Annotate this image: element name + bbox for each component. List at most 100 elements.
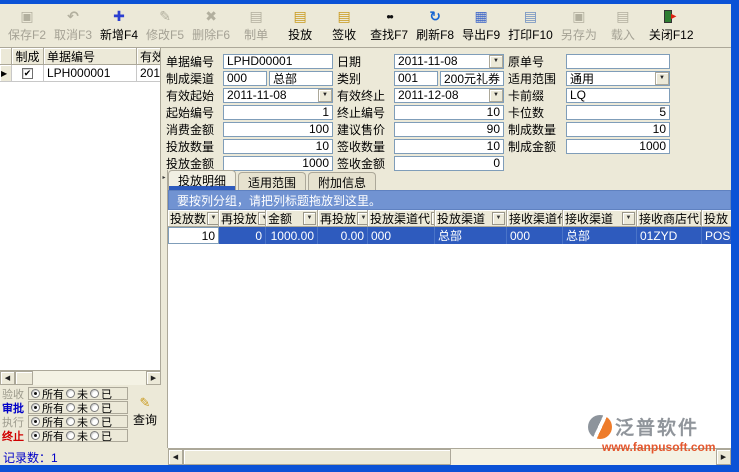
scroll-left-icon[interactable]: ◀ xyxy=(0,371,15,385)
col-putout-channel-code[interactable]: 投放渠道代▼ xyxy=(368,210,435,227)
putout-qty-field[interactable]: 10 xyxy=(223,139,333,154)
cell-receive-store-code[interactable]: 01ZYD xyxy=(637,227,702,244)
filter-dropdown-icon[interactable]: ▼ xyxy=(258,212,266,225)
tab-scope[interactable]: 适用范围 xyxy=(238,172,306,190)
add-button[interactable]: 新增F4 xyxy=(96,6,142,46)
query-button[interactable]: ✎ 查询 xyxy=(130,392,160,430)
accept-done-radio[interactable] xyxy=(90,389,99,398)
valid-from-field[interactable]: 2011-11-08▼ xyxy=(223,88,333,103)
cell-putout-channel[interactable]: 总部 xyxy=(435,227,507,244)
col-receive-store-code[interactable]: 接收商店代▼ xyxy=(637,210,702,227)
column-header-doc-no[interactable]: 单据编号 xyxy=(44,48,137,65)
sign-receive-button[interactable]: 签收 xyxy=(322,6,366,46)
tab-putout-detail[interactable]: 投放明细 xyxy=(168,170,236,190)
col-re-putout[interactable]: 再投放▼ xyxy=(219,210,266,227)
scope-field[interactable]: 通用▼ xyxy=(566,71,670,86)
print-button[interactable]: 打印F10 xyxy=(504,6,557,46)
filter-dropdown-icon[interactable]: ▼ xyxy=(492,212,505,225)
orig-no-field[interactable] xyxy=(566,54,670,69)
valid-to-cell[interactable]: 2011-12 xyxy=(137,65,160,82)
cancel-button[interactable]: 取消F3 xyxy=(50,6,96,46)
valid-to-field[interactable]: 2011-12-08▼ xyxy=(394,88,504,103)
col-putout-channel[interactable]: 投放渠道▼ xyxy=(435,210,507,227)
sign-qty-field[interactable]: 10 xyxy=(394,139,504,154)
scroll-right-icon[interactable]: ▶ xyxy=(146,371,161,385)
cell-putout-qty[interactable]: 10 xyxy=(168,227,219,244)
filter-dropdown-icon[interactable]: ▼ xyxy=(622,212,635,225)
doc-no-cell[interactable]: LPH000001 xyxy=(44,65,137,82)
made-amount-field[interactable]: 1000 xyxy=(566,139,670,154)
column-header-made[interactable]: 制成 xyxy=(12,48,44,65)
cell-putout-channel-code[interactable]: 000 xyxy=(368,227,435,244)
putout-amount-field[interactable]: 1000 xyxy=(223,156,333,171)
approve-done-radio[interactable] xyxy=(90,403,99,412)
terminate-done-radio[interactable] xyxy=(90,431,99,440)
refresh-button[interactable]: 刷新F8 xyxy=(412,6,458,46)
start-no-field[interactable]: 1 xyxy=(223,105,333,120)
column-header-valid-to[interactable]: 有效终 xyxy=(137,48,160,65)
accept-not-radio[interactable] xyxy=(66,389,75,398)
execute-done-radio[interactable] xyxy=(90,417,99,426)
cell-receive-channel-code[interactable]: 000 xyxy=(507,227,563,244)
terminate-not-radio[interactable] xyxy=(66,431,75,440)
cell-amount[interactable]: 1000.00 xyxy=(266,227,318,244)
made-channel-code-field[interactable]: 000 xyxy=(223,71,267,86)
accept-all-radio[interactable] xyxy=(31,389,40,398)
card-prefix-field[interactable]: LQ xyxy=(566,88,670,103)
category-name-field[interactable]: 200元礼券 xyxy=(440,71,504,86)
cell-re-putout[interactable]: 0 xyxy=(219,227,266,244)
master-grid-row[interactable]: ▶ ✔ LPH000001 2011-12 xyxy=(0,65,160,82)
load-button[interactable]: 载入 xyxy=(601,6,645,46)
consume-amount-field[interactable]: 100 xyxy=(223,122,333,137)
filter-dropdown-icon[interactable]: ▼ xyxy=(207,212,219,225)
scroll-left-icon[interactable]: ◀ xyxy=(168,449,183,465)
terminate-all-radio[interactable] xyxy=(31,431,40,440)
master-grid-hscrollbar[interactable]: ◀ ▶ xyxy=(0,370,161,385)
putout-button[interactable]: 投放 xyxy=(278,6,322,46)
filter-dropdown-icon[interactable]: ▼ xyxy=(303,212,316,225)
export-button[interactable]: 导出F9 xyxy=(458,6,504,46)
made-checkbox[interactable]: ✔ xyxy=(22,68,33,79)
execute-not-radio[interactable] xyxy=(66,417,75,426)
cell-re-putout-amt[interactable]: 0.00 xyxy=(318,227,368,244)
col-receive-channel-code[interactable]: 接收渠道代▼ xyxy=(507,210,563,227)
close-button[interactable]: ►关闭F12 xyxy=(645,6,698,46)
modify-button[interactable]: 修改F5 xyxy=(142,6,188,46)
col-putout-qty[interactable]: 投放数▼ xyxy=(168,210,219,227)
chevron-down-icon[interactable]: ▼ xyxy=(318,89,332,102)
execute-all-radio[interactable] xyxy=(31,417,40,426)
col-putout-store[interactable]: 投放▼ xyxy=(702,210,731,227)
date-field[interactable]: 2011-11-08▼ xyxy=(394,54,504,69)
end-no-field[interactable]: 10 xyxy=(394,105,504,120)
doc-no-field[interactable]: LPHD00001 xyxy=(223,54,333,69)
save-button[interactable]: 保存F2 xyxy=(4,6,50,46)
sign-amount-field[interactable]: 0 xyxy=(394,156,504,171)
cell-putout-store[interactable]: POS直 xyxy=(702,227,731,244)
cell-receive-channel[interactable]: 总部 xyxy=(563,227,637,244)
filter-dropdown-icon[interactable]: ▼ xyxy=(357,212,368,225)
scrollbar-thumb[interactable] xyxy=(183,449,451,465)
tab-extra-info[interactable]: 附加信息 xyxy=(308,172,376,190)
scrollbar-thumb[interactable] xyxy=(15,371,33,385)
find-button[interactable]: 查找F7 xyxy=(366,6,412,46)
approve-all-radio[interactable] xyxy=(31,403,40,412)
made-cell[interactable]: ✔ xyxy=(12,65,44,82)
detail-grid-row[interactable]: 10 0 1000.00 0.00 000 总部 000 总部 01ZYD PO… xyxy=(168,227,731,244)
category-code-field[interactable]: 001 xyxy=(394,71,438,86)
scrollbar-track[interactable] xyxy=(33,371,146,385)
made-qty-field[interactable]: 10 xyxy=(566,122,670,137)
chevron-down-icon[interactable]: ▼ xyxy=(655,72,669,85)
chevron-down-icon[interactable]: ▼ xyxy=(489,55,503,68)
made-channel-name-field[interactable]: 总部 xyxy=(269,71,333,86)
col-re-putout-amt[interactable]: 再投放▼ xyxy=(318,210,368,227)
make-doc-button[interactable]: 制单 xyxy=(234,6,278,46)
delete-button[interactable]: 删除F6 xyxy=(188,6,234,46)
chevron-down-icon[interactable]: ▼ xyxy=(489,89,503,102)
group-by-dropzone[interactable]: 要按列分组，请把列标题拖放到这里。 xyxy=(168,190,731,210)
save-as-button[interactable]: 另存为 xyxy=(557,6,601,46)
suggest-price-field[interactable]: 90 xyxy=(394,122,504,137)
card-digits-field[interactable]: 5 xyxy=(566,105,670,120)
panel-splitter[interactable]: ▸ xyxy=(161,170,168,448)
approve-not-radio[interactable] xyxy=(66,403,75,412)
col-receive-channel[interactable]: 接收渠道▼ xyxy=(563,210,637,227)
